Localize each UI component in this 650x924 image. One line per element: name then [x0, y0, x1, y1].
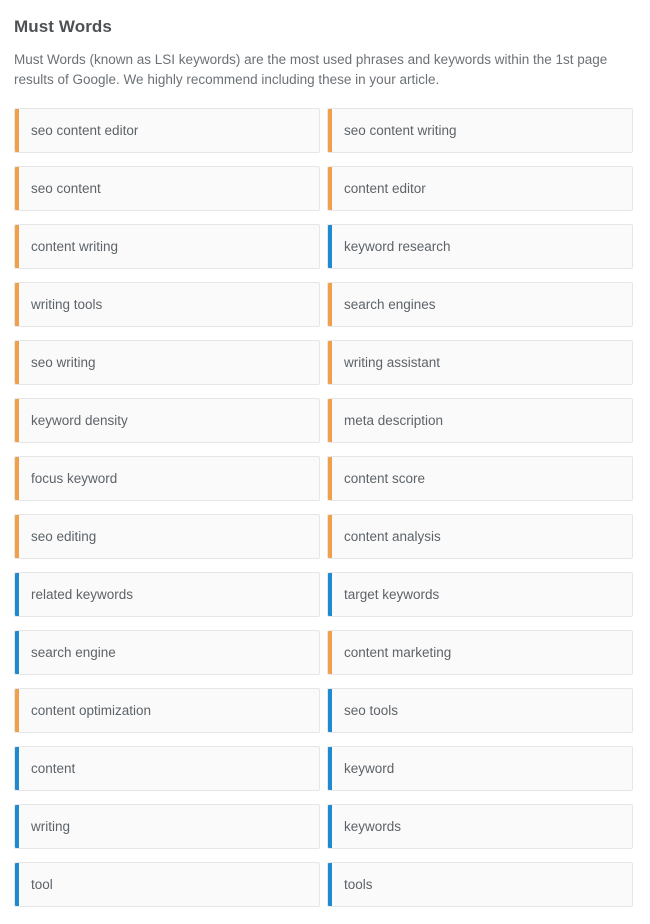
must-word-item[interactable]: writing: [14, 804, 320, 849]
must-word-label: seo content editor: [31, 123, 139, 138]
must-word-item[interactable]: keywords: [327, 804, 633, 849]
must-word-item[interactable]: seo tools: [327, 688, 633, 733]
section-description: Must Words (known as LSI keywords) are t…: [14, 52, 608, 87]
page-title: Must Words: [14, 17, 112, 36]
must-word-item[interactable]: content writing: [14, 224, 320, 269]
must-word-label: writing assistant: [344, 355, 441, 370]
must-word-item[interactable]: content score: [327, 456, 633, 501]
must-word-label: content score: [344, 471, 426, 486]
must-words-panel: Must Words Must Words (known as LSI keyw…: [0, 0, 650, 907]
must-word-label: content: [31, 761, 76, 776]
must-word-label: keyword: [344, 761, 395, 776]
must-word-label: keyword research: [344, 239, 451, 254]
must-word-item[interactable]: seo content writing: [327, 108, 633, 153]
must-words-list: seo content editor seo content writing seo…: [14, 108, 636, 907]
must-word-item[interactable]: writing assistant: [327, 340, 633, 385]
must-word-label: content analysis: [344, 529, 441, 544]
must-word-item[interactable]: tools: [327, 862, 633, 907]
must-word-label: focus keyword: [31, 471, 118, 486]
must-word-label: keyword density: [31, 413, 128, 428]
must-word-label: search engines: [344, 297, 436, 312]
must-word-item[interactable]: keyword density: [14, 398, 320, 443]
must-word-label: content marketing: [344, 645, 452, 660]
must-word-item[interactable]: content editor: [327, 166, 633, 211]
must-word-label: writing: [31, 819, 71, 834]
must-word-item[interactable]: focus keyword: [14, 456, 320, 501]
must-word-item[interactable]: seo content: [14, 166, 320, 211]
must-word-item[interactable]: search engine: [14, 630, 320, 675]
must-word-label: seo writing: [31, 355, 96, 370]
must-word-item[interactable]: seo writing: [14, 340, 320, 385]
must-word-label: target keywords: [344, 587, 440, 602]
must-word-item[interactable]: target keywords: [327, 572, 633, 617]
must-word-label: keywords: [344, 819, 402, 834]
must-word-label: seo content writing: [344, 123, 457, 138]
must-word-item[interactable]: tool: [14, 862, 320, 907]
must-word-label: meta description: [344, 413, 444, 428]
must-word-label: seo editing: [31, 529, 97, 544]
must-word-item[interactable]: writing tools: [14, 282, 320, 327]
must-word-item[interactable]: content optimization: [14, 688, 320, 733]
must-word-label: content editor: [344, 181, 426, 196]
must-word-item[interactable]: related keywords: [14, 572, 320, 617]
must-word-item[interactable]: keyword research: [327, 224, 633, 269]
must-word-label: tools: [344, 877, 373, 892]
must-word-label: content optimization: [31, 703, 152, 718]
must-word-label: seo tools: [344, 703, 399, 718]
must-word-item[interactable]: keyword: [327, 746, 633, 791]
must-word-item[interactable]: content marketing: [327, 630, 633, 675]
must-word-item[interactable]: meta description: [327, 398, 633, 443]
must-word-label: related keywords: [31, 587, 134, 602]
must-word-item[interactable]: content analysis: [327, 514, 633, 559]
must-word-label: seo content: [31, 181, 101, 196]
must-word-item[interactable]: seo content editor: [14, 108, 320, 153]
must-word-item[interactable]: content: [14, 746, 320, 791]
must-word-label: search engine: [31, 645, 116, 660]
must-word-item[interactable]: search engines: [327, 282, 633, 327]
must-word-label: tool: [31, 877, 53, 892]
must-word-item[interactable]: seo editing: [14, 514, 320, 559]
must-word-label: writing tools: [31, 297, 103, 312]
must-word-label: content writing: [31, 239, 119, 254]
